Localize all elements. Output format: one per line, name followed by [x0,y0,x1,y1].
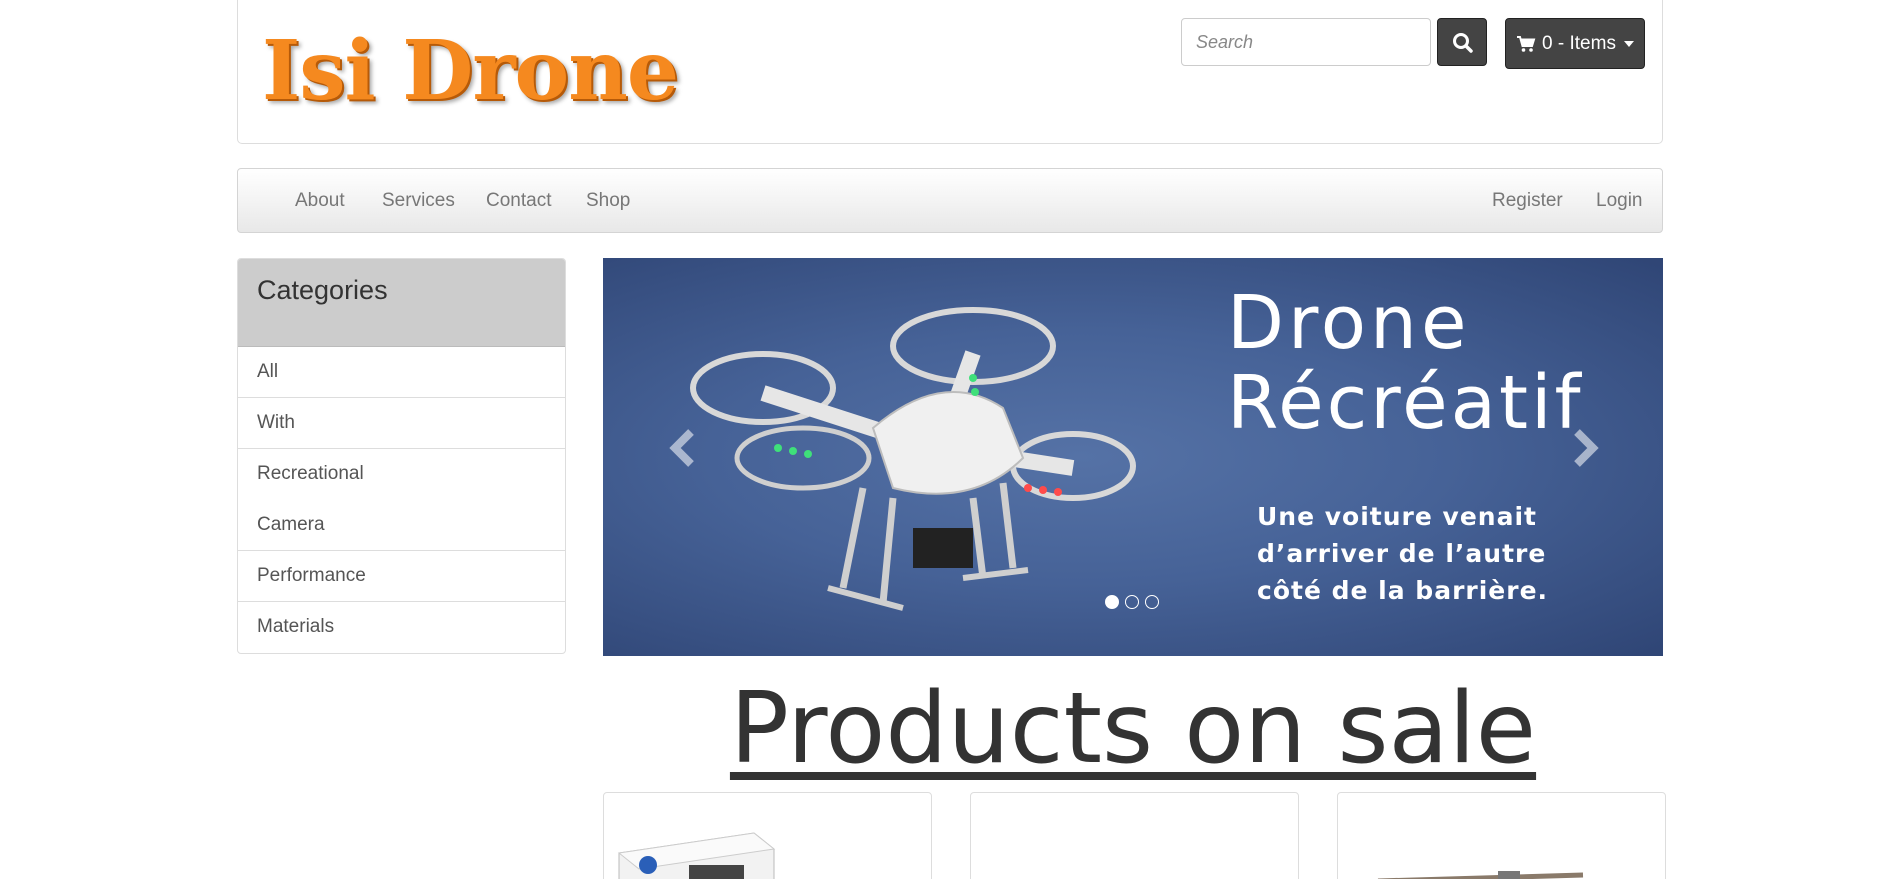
site-header: Isi Drone 0 - Items [237,0,1663,144]
carousel-indicator-2[interactable] [1125,595,1139,609]
product-image [617,832,776,879]
hero-carousel: Drone Récréatif Une voiture venait d’arr… [603,258,1663,656]
nav-contact[interactable]: Contact [486,169,551,232]
caret-down-icon [1623,40,1634,47]
carousel-subtitle: Une voiture venait d’arriver de l’autre … [1257,498,1548,609]
site-logo[interactable]: Isi Drone [262,30,679,112]
nav-about[interactable]: About [295,169,345,232]
product-card[interactable] [1337,792,1666,879]
products-heading: Products on sale [603,680,1663,778]
products-heading-text: Products on sale [729,672,1537,786]
search-input[interactable] [1181,18,1431,66]
carousel-prev-arrow-icon[interactable] [663,418,703,478]
cart-button[interactable]: 0 - Items [1505,18,1645,69]
categories-header: Categories [238,259,565,347]
cart-icon [1517,35,1536,52]
categories-title: Categories [257,275,388,305]
category-all[interactable]: All [238,347,565,398]
main-navbar: About Services Contact Shop Register Log… [237,168,1663,233]
carousel-title-line1: Drone [1227,280,1471,366]
carousel-subtitle-line1: Une voiture venait [1257,502,1537,531]
category-with[interactable]: With [238,398,565,449]
carousel-indicator-3[interactable] [1145,595,1159,609]
nav-register[interactable]: Register [1492,169,1563,232]
product-card[interactable] [603,792,932,879]
nav-login[interactable]: Login [1596,169,1643,232]
nav-shop[interactable]: Shop [586,169,630,232]
category-performance[interactable]: Performance [238,551,565,602]
carousel-next-arrow-icon[interactable] [1565,418,1605,478]
search-icon [1453,33,1473,53]
carousel-indicators [1105,595,1159,609]
carousel-subtitle-line3: côté de la barrière. [1257,576,1549,605]
carousel-indicator-1[interactable] [1105,595,1119,609]
carousel-title-line2: Récréatif [1227,360,1584,446]
product-card[interactable] [970,792,1299,879]
search-button[interactable] [1437,18,1487,66]
cart-label: 0 - Items [1542,32,1616,54]
category-camera[interactable]: Camera [238,500,565,551]
category-recreational[interactable]: Recreational [238,449,565,500]
carousel-subtitle-line2: d’arriver de l’autre [1257,539,1547,568]
nav-services[interactable]: Services [382,169,455,232]
product-image [1377,871,1584,879]
categories-panel: Categories All With Recreational Camera … [237,258,566,654]
category-materials[interactable]: Materials [238,602,565,653]
